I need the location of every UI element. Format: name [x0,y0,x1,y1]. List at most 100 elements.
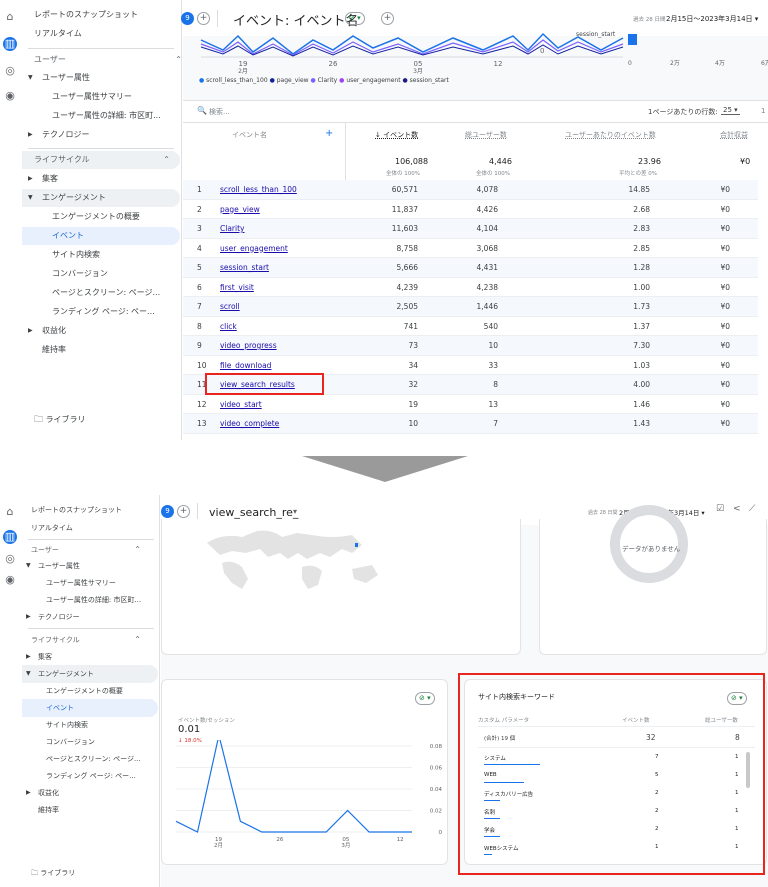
sidebar-item-landing-page[interactable]: ランディング ページ: ペー... [22,303,180,321]
col-header-per-user[interactable]: ユーザーあたりのイベント数 [565,130,656,140]
reports-icon[interactable]: ▥ [3,37,17,51]
advertising-icon[interactable]: ◉ [3,89,17,103]
home-icon[interactable]: ⌂ [3,505,17,519]
sidebar-section-lifecycle[interactable]: ライフサイクル ⌃ [22,151,180,169]
sidebar-item-retention[interactable]: 維持率 [22,341,180,359]
add-filter-button[interactable]: + [381,12,394,25]
sidebar-item-technology[interactable]: ▶ テクノロジー [22,126,180,144]
add-dimension-icon[interactable]: + [325,128,333,139]
sidebar-item-conversions[interactable]: コンバージョン [22,733,180,751]
events-per-user: 2.83 [633,224,650,233]
sidebar-item-pages-screens[interactable]: ページとスクリーン: ページ... [22,750,180,768]
event-name-link[interactable]: user_engagement [220,239,288,259]
sidebar-item-user-attr-detail[interactable]: ユーザー属性の詳細: 市区町... [22,591,180,609]
sidebar-item-snapshot[interactable]: レポートのスナップショット [34,6,192,24]
table-row[interactable]: 7 scroll 2,505 1,446 1.73 ¥0 [183,297,758,317]
user-count: 540 [483,321,498,331]
col-header-users[interactable]: 総ユーザー数 [465,130,507,140]
sidebar-item-monetization[interactable]: ▶ 収益化 [22,322,180,340]
table-row[interactable]: 5 session_start 5,666 4,431 1.28 ¥0 [183,258,758,278]
date-range-picker[interactable]: 2月15日～2023年3月14日 ▾ [666,14,758,24]
sidebar-item-library[interactable]: 🗀 ライブラリ [22,864,180,882]
revenue: ¥0 [720,399,730,409]
sidebar-item-landing-page[interactable]: ランディング ページ: ペー... [22,767,180,785]
insights-icon[interactable]: ⟋ [749,504,755,514]
share-icon[interactable]: < [733,504,741,514]
advertising-icon[interactable]: ◉ [3,573,17,587]
event-name-link[interactable]: page_view [220,200,260,220]
col-header-event-name[interactable]: イベント名 [232,130,267,140]
event-name-link[interactable]: video_complete [220,414,279,434]
sidebar-item-engagement[interactable]: ▼ エンゲージメント [22,189,180,207]
comparison-badge[interactable]: 9 [161,505,174,518]
sidebar-item-user-attr[interactable]: ▼ ユーザー属性 [22,69,180,87]
table-row[interactable]: 6 first_visit 4,239 4,238 1.00 ¥0 [183,278,758,298]
caret-right-icon: ▶ [26,653,31,660]
event-name-link[interactable]: first_visit [220,278,254,298]
sidebar-item-engagement-overview[interactable]: エンゲージメントの概要 [22,682,180,700]
table-row[interactable]: 4 user_engagement 8,758 3,068 2.85 ¥0 [183,239,758,259]
event-name-link[interactable]: video_progress [220,336,277,356]
sidebar-item-pages-screens[interactable]: ページとスクリーン: ページ... [22,284,180,302]
col-header-revenue[interactable]: 合計収益 [720,130,748,140]
sidebar-item-events[interactable]: イベント [22,227,180,245]
sidebar-item-library[interactable]: 🗀 ライブラリ [22,411,180,429]
sidebar-item-user-attr-detail[interactable]: ユーザー属性の詳細: 市区町... [22,107,180,125]
reports-icon[interactable]: ▥ [3,530,17,544]
search-icon[interactable]: 🔍 [197,106,207,115]
customize-icon[interactable]: ☑ [716,504,724,514]
rows-per-page-select[interactable]: 25 ▾ [721,106,740,115]
table-row[interactable]: 8 click 741 540 1.37 ¥0 [183,317,758,337]
sidebar-item-user-attr[interactable]: ▼ ユーザー属性 [22,557,180,575]
add-comparison-button[interactable]: + [197,12,210,25]
sidebar-item-monetization[interactable]: ▶ 収益化 [22,784,180,802]
table-row[interactable]: 12 video_start 19 13 1.46 ¥0 [183,395,758,415]
sidebar-item-retention[interactable]: 維持率 [22,801,180,819]
add-comparison-button[interactable]: + [177,505,190,518]
table-row[interactable]: 9 video_progress 73 10 7.30 ¥0 [183,336,758,356]
sidebar-item-acquisition[interactable]: ▶ 集客 [22,648,180,666]
sidebar-item-conversions[interactable]: コンバージョン [22,265,180,283]
chevron-up-icon: ⌃ [163,155,170,164]
sidebar-item-site-search[interactable]: サイト内検索 [22,716,180,734]
sidebar-item-acquisition[interactable]: ▶ 集客 [22,170,180,188]
sidebar-section-user[interactable]: ユーザー ⌃ [34,51,192,69]
explore-icon[interactable]: ◎ [3,64,17,78]
event-name-link[interactable]: scroll_less_than_100 [220,180,297,200]
bar-session-start [628,34,637,45]
sidebar-item-realtime[interactable]: リアルタイム [34,25,192,43]
user-count: 3,068 [476,243,498,253]
status-pill[interactable]: ⊘ ▾ [415,692,435,705]
sidebar-item-engagement[interactable]: ▼ エンゲージメント [22,665,158,683]
event-name-link[interactable]: session_start [220,258,269,278]
revenue: ¥0 [720,321,730,331]
home-icon[interactable]: ⌂ [3,10,17,24]
comparison-badge[interactable]: 9 [181,12,194,25]
search-input[interactable]: 検索... [209,107,230,117]
empty-card: データがありません [539,505,767,655]
sidebar-item-user-attr-summary[interactable]: ユーザー属性サマリー [22,574,180,592]
sidebar-item-site-search[interactable]: サイト内検索 [22,246,180,264]
event-name-link[interactable]: video_start [220,395,262,415]
event-name-link[interactable]: click [220,317,237,337]
y-tick-label: 0.08 [430,744,443,750]
table-row[interactable]: 1 scroll_less_than_100 60,571 4,078 14.85 ¥0 [183,180,758,200]
sidebar-section-lifecycle[interactable]: ライフサイクル ⌃ [31,631,151,649]
sidebar-item-engagement-overview[interactable]: エンゲージメントの概要 [22,208,180,226]
sidebar-item-user-attr-summary[interactable]: ユーザー属性サマリー [22,88,180,106]
sidebar-item-technology[interactable]: ▶ テクノロジー [22,608,180,626]
table-row[interactable]: 2 page_view 11,837 4,426 2.68 ¥0 [183,200,758,220]
folder-icon: 🗀 [31,869,38,877]
event-name-link[interactable]: scroll [220,297,240,317]
explore-icon[interactable]: ◎ [3,552,17,566]
sidebar-item-events[interactable]: イベント [22,699,158,717]
title-dropdown-icon[interactable]: ▾ [293,507,297,516]
status-pill[interactable]: ⊘ ▾ [345,12,365,25]
user-count: 33 [488,360,498,370]
col-header-events[interactable]: ↓ イベント数 [375,130,418,140]
table-row[interactable]: 13 video_complete 10 7 1.43 ¥0 [183,414,758,434]
events-per-session-chart: 0.080.060.040.020192月26 053月12 [175,740,443,849]
event-name-link[interactable]: Clarity [220,219,244,239]
events-per-user: 2.85 [633,243,650,253]
table-row[interactable]: 3 Clarity 11,603 4,104 2.83 ¥0 [183,219,758,239]
